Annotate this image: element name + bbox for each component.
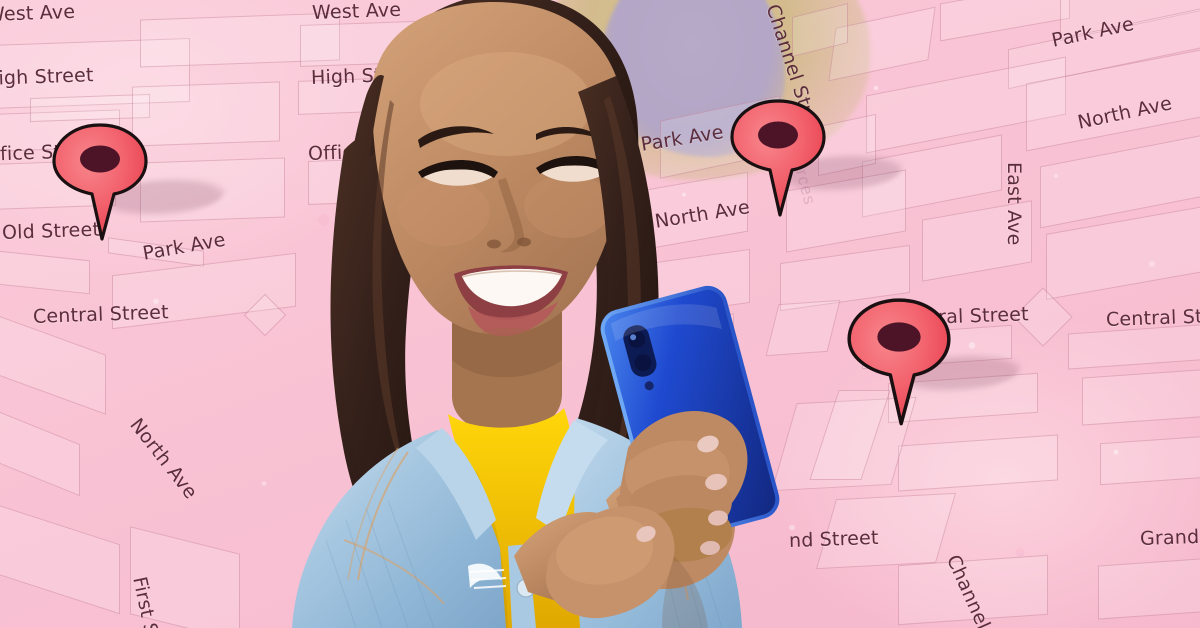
street-label-central-street-right: Central Stre [1105, 304, 1200, 331]
map-pin-3[interactable] [847, 298, 951, 428]
map-pin-1[interactable] [52, 123, 148, 243]
street-label-east-ave: East Ave [1003, 162, 1025, 246]
nostril-right [517, 237, 531, 247]
street-label-grand-street-right: Grand [1139, 525, 1200, 550]
person-photo-cutout [176, 0, 856, 628]
nostril-left [487, 239, 501, 249]
street-label-west-ave-left: West Ave [0, 0, 76, 26]
illustration-canvas: General Sources West Ave West Ave Park A… [0, 0, 1200, 628]
chin-shadow [470, 328, 546, 360]
street-label-high-street-left: High Street [0, 64, 94, 90]
